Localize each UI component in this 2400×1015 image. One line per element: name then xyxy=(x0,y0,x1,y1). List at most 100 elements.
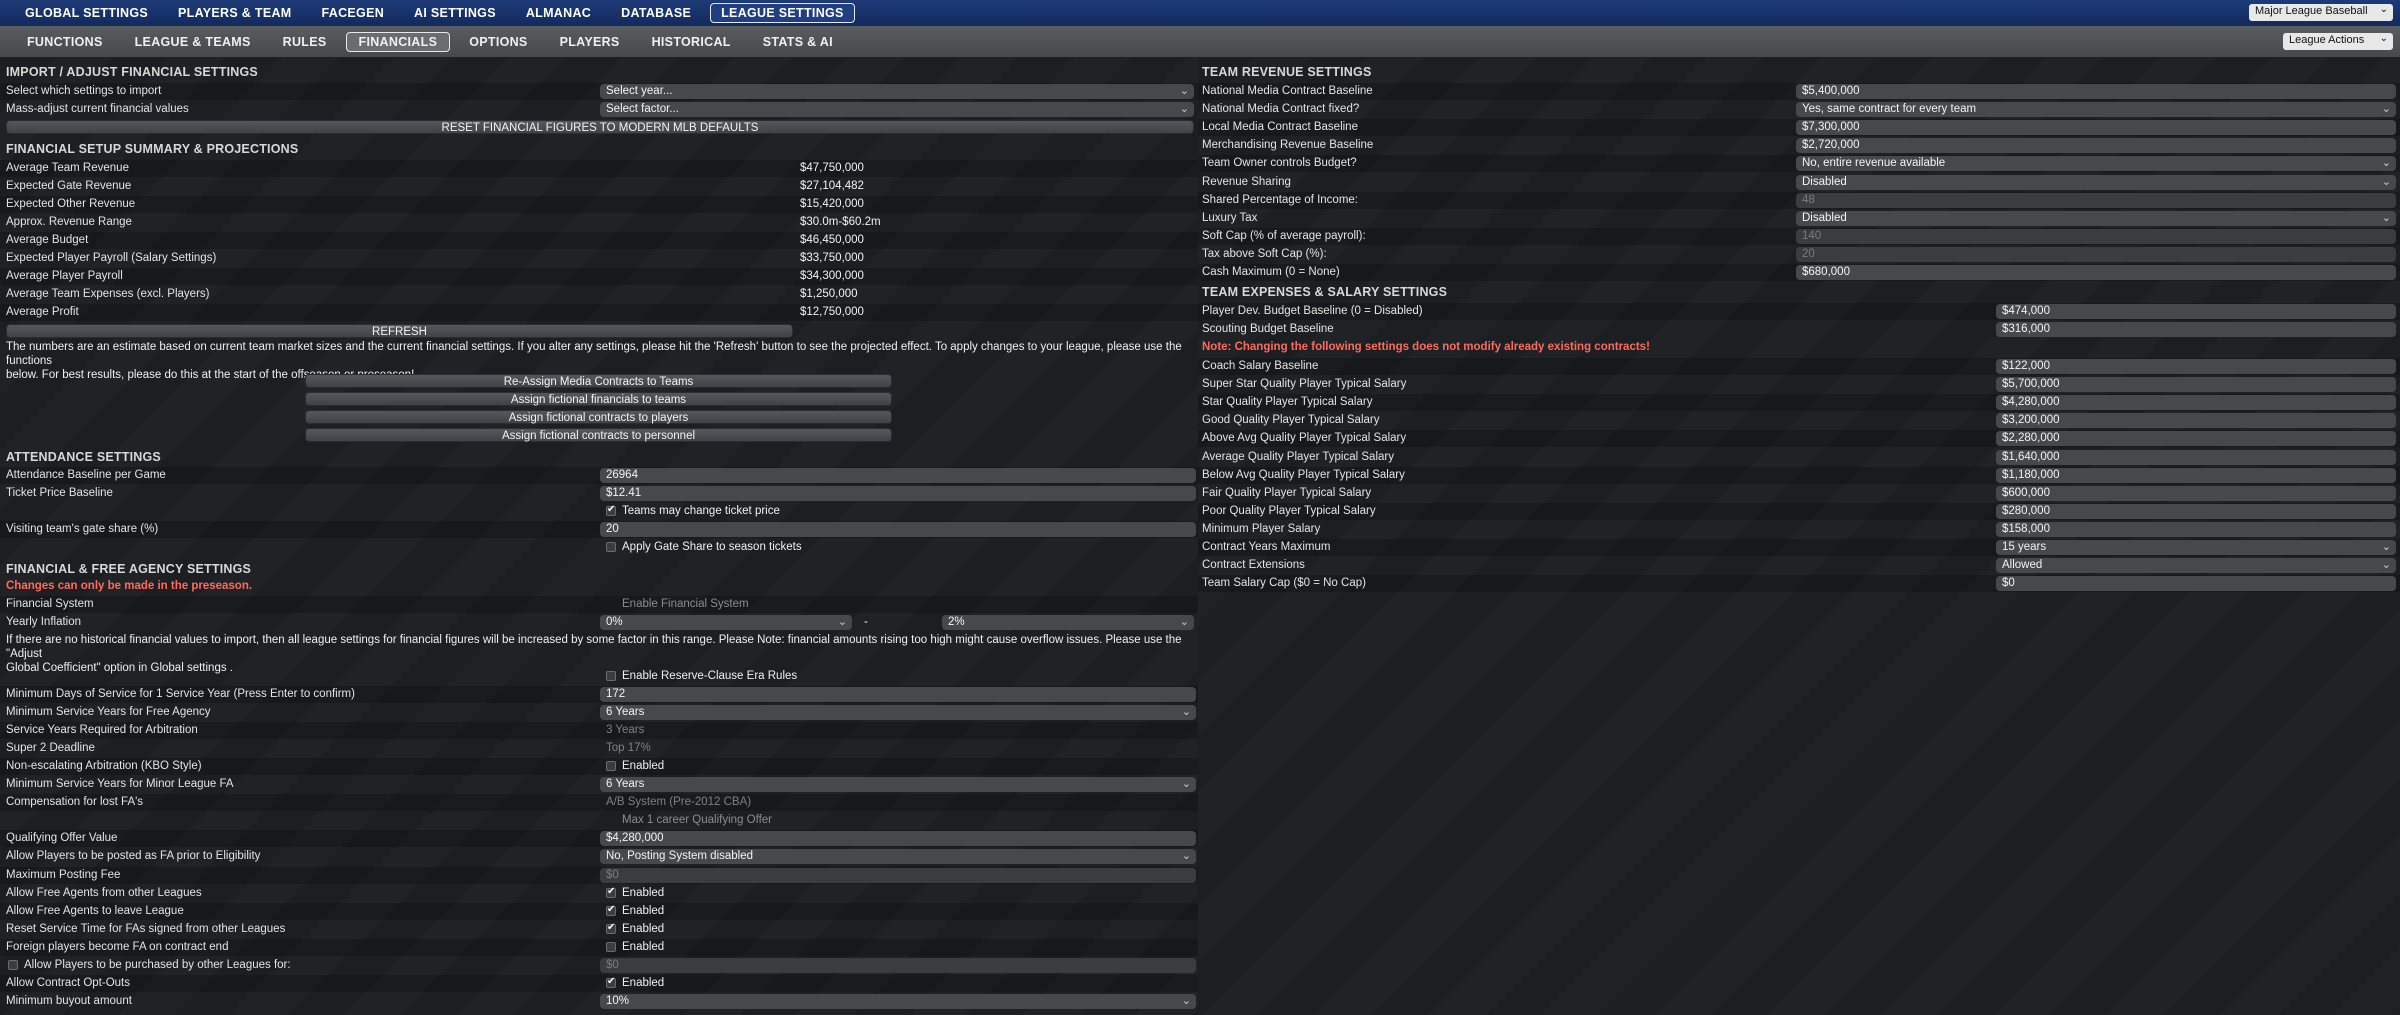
fa-row-label: Maximum Posting Fee xyxy=(6,869,121,881)
mass-adjust-select[interactable]: Select factor... ⌄ xyxy=(600,102,1194,117)
tab-ai-settings[interactable]: AI SETTINGS xyxy=(403,3,507,23)
expense-row-field-value: $4,280,000 xyxy=(2002,396,2060,409)
assign-financials-button[interactable]: Assign fictional financials to teams xyxy=(305,392,892,406)
fa-row-field[interactable]: $0 xyxy=(600,868,1196,883)
expense-row: Contract Extensions Allowed ⌄ xyxy=(1198,557,2400,574)
league-select[interactable]: Major League Baseball ⌄ xyxy=(2249,4,2393,21)
revenue-row-field[interactable]: 48 xyxy=(1796,192,2396,208)
tab-stats-ai[interactable]: STATS & AI xyxy=(750,32,846,52)
expense-row-field[interactable]: $316,000 xyxy=(1996,322,2396,337)
assign-personnel-contracts-button[interactable]: Assign fictional contracts to personnel xyxy=(305,428,892,442)
revenue-row-select[interactable]: No, entire revenue available ⌄ xyxy=(1796,156,2396,172)
revenue-row: Tax above Soft Cap (%): 20 xyxy=(1198,246,2400,263)
tab-players[interactable]: PLAYERS xyxy=(547,32,633,52)
purchase-by-leagues-checkbox[interactable] xyxy=(8,960,18,970)
tab-global-settings[interactable]: GLOBAL SETTINGS xyxy=(14,3,159,23)
fa-row-checkbox[interactable] xyxy=(606,942,616,952)
expense-row: Minimum Player Salary $158,000 xyxy=(1198,521,2400,538)
import-section-title: IMPORT / ADJUST FINANCIAL SETTINGS xyxy=(6,65,258,79)
tab-league-teams[interactable]: LEAGUE & TEAMS xyxy=(122,32,264,52)
fa-row-checkbox[interactable] xyxy=(606,886,616,898)
tab-league-settings[interactable]: LEAGUE SETTINGS xyxy=(710,3,855,23)
revenue-row-field[interactable]: $680,000 xyxy=(1796,265,2396,280)
fa-row-checkbox[interactable] xyxy=(606,922,616,934)
apply-gate-share-row: Apply Gate Share to season tickets xyxy=(0,539,1198,556)
top-nav: GLOBAL SETTINGS PLAYERS & TEAM FACEGEN A… xyxy=(0,0,2400,26)
expense-row-field[interactable]: $122,000 xyxy=(1996,359,2396,374)
summary-row-label: Average Budget xyxy=(6,234,89,246)
expense-row: Team Salary Cap ($0 = No Cap) $0 xyxy=(1198,575,2400,593)
revenue-row-field[interactable]: $5,400,000 xyxy=(1796,84,2396,99)
fa-row-value: 3 Years xyxy=(606,724,645,736)
revenue-row-field[interactable]: 20 xyxy=(1796,246,2396,262)
fa-row-field[interactable]: 172 xyxy=(600,687,1196,702)
fa-row-checkbox[interactable] xyxy=(606,904,616,916)
apply-gate-share-checkbox[interactable] xyxy=(606,542,616,552)
expense-row-select[interactable]: Allowed ⌄ xyxy=(1996,558,2396,574)
league-actions-label: League Actions xyxy=(2289,34,2365,46)
expense-row-select[interactable]: 15 years ⌄ xyxy=(1996,540,2396,555)
revenue-row-select[interactable]: Yes, same contract for every team ⌄ xyxy=(1796,102,2396,118)
reserve-clause-checkbox[interactable] xyxy=(606,671,616,681)
ticket-price-input[interactable]: $12.41 xyxy=(600,486,1196,501)
import-year-select[interactable]: Select year... ⌄ xyxy=(600,84,1194,99)
fa-row-checkbox[interactable] xyxy=(606,976,616,988)
fa-row-select[interactable]: 10% ⌄ xyxy=(600,994,1196,1009)
tab-historical[interactable]: HISTORICAL xyxy=(639,32,744,52)
fa-row-select[interactable]: No, Posting System disabled ⌄ xyxy=(600,849,1196,864)
fa-row: Minimum Days of Service for 1 Service Ye… xyxy=(0,686,1198,703)
expense-row-field[interactable]: $4,280,000 xyxy=(1996,395,2396,411)
revenue-row-label: Soft Cap (% of average payroll): xyxy=(1202,229,1366,242)
revenue-row-field[interactable]: $2,720,000 xyxy=(1796,138,2396,154)
inflation-max-select[interactable]: 2% ⌄ xyxy=(942,615,1194,630)
refresh-button[interactable]: REFRESH xyxy=(6,324,793,338)
revenue-row-field-value: 140 xyxy=(1802,229,1822,242)
expense-row-field[interactable]: $1,180,000 xyxy=(1996,467,2396,483)
revenue-row-select[interactable]: Disabled ⌄ xyxy=(1796,210,2396,226)
revenue-row-select-value: Disabled xyxy=(1802,211,1847,224)
fa-row-select[interactable]: 6 Years ⌄ xyxy=(600,777,1196,792)
tab-rules[interactable]: RULES xyxy=(270,32,340,52)
expense-row-field[interactable]: $474,000 xyxy=(1996,304,2396,319)
fa-row-field[interactable]: $0 xyxy=(600,958,1196,973)
expense-row-label: Below Avg Quality Player Typical Salary xyxy=(1202,468,1405,481)
expense-row-field[interactable]: $0 xyxy=(1996,576,2396,592)
summary-row: Approx. Revenue Range $30.0m-$60.2m xyxy=(0,214,1198,231)
assign-player-contracts-button[interactable]: Assign fictional contracts to players xyxy=(305,410,892,424)
visiting-gate-input[interactable]: 20 xyxy=(600,522,1196,537)
fa-row-select-value: 10% xyxy=(606,995,630,1007)
tab-financials[interactable]: FINANCIALS xyxy=(345,31,451,52)
fa-row: Minimum Service Years for Minor League F… xyxy=(0,776,1198,793)
attendance-section-title: ATTENDANCE SETTINGS xyxy=(6,450,161,464)
expense-row-field[interactable]: $3,200,000 xyxy=(1996,413,2396,429)
expense-row-field[interactable]: $600,000 xyxy=(1996,485,2396,501)
reset-financials-button[interactable]: RESET FINANCIAL FIGURES TO MODERN MLB DE… xyxy=(6,120,1194,134)
fa-row-field[interactable]: $4,280,000 xyxy=(600,831,1196,846)
fa-row-checkbox[interactable] xyxy=(606,761,616,771)
tab-players-team[interactable]: PLAYERS & TEAM xyxy=(167,3,302,23)
revenue-row-field[interactable]: $7,300,000 xyxy=(1796,120,2396,136)
expense-row-field[interactable]: $280,000 xyxy=(1996,503,2396,519)
tab-options[interactable]: OPTIONS xyxy=(456,32,540,52)
revenue-row-select[interactable]: Disabled ⌄ xyxy=(1796,174,2396,190)
expense-row-field[interactable]: $1,640,000 xyxy=(1996,449,2396,465)
reassign-media-button[interactable]: Re-Assign Media Contracts to Teams xyxy=(305,374,892,388)
league-actions-select[interactable]: League Actions ⌄ xyxy=(2283,33,2393,50)
tab-functions[interactable]: FUNCTIONS xyxy=(14,32,116,52)
revenue-row-field-value: 20 xyxy=(1802,247,1815,260)
fa-row-field-value: $4,280,000 xyxy=(606,832,664,844)
expense-row-field[interactable]: $2,280,000 xyxy=(1996,431,2396,447)
tab-database[interactable]: DATABASE xyxy=(610,3,702,23)
revenue-row: Local Media Contract Baseline $7,300,000 xyxy=(1198,119,2400,137)
attendance-baseline-input[interactable]: 26964 xyxy=(600,468,1196,483)
teams-change-ticket-row: Teams may change ticket price xyxy=(0,503,1198,520)
fa-row-select[interactable]: 6 Years ⌄ xyxy=(600,705,1196,720)
summary-row: Average Team Expenses (excl. Players) $1,… xyxy=(0,286,1198,303)
revenue-row-field[interactable]: 140 xyxy=(1796,228,2396,244)
tab-almanac[interactable]: ALMANAC xyxy=(515,3,602,23)
expense-row-field[interactable]: $158,000 xyxy=(1996,521,2396,537)
expense-row-field[interactable]: $5,700,000 xyxy=(1996,377,2396,393)
tab-facegen[interactable]: FACEGEN xyxy=(311,3,396,23)
inflation-min-select[interactable]: 0% ⌄ xyxy=(600,615,852,630)
teams-change-ticket-checkbox[interactable] xyxy=(606,504,616,516)
